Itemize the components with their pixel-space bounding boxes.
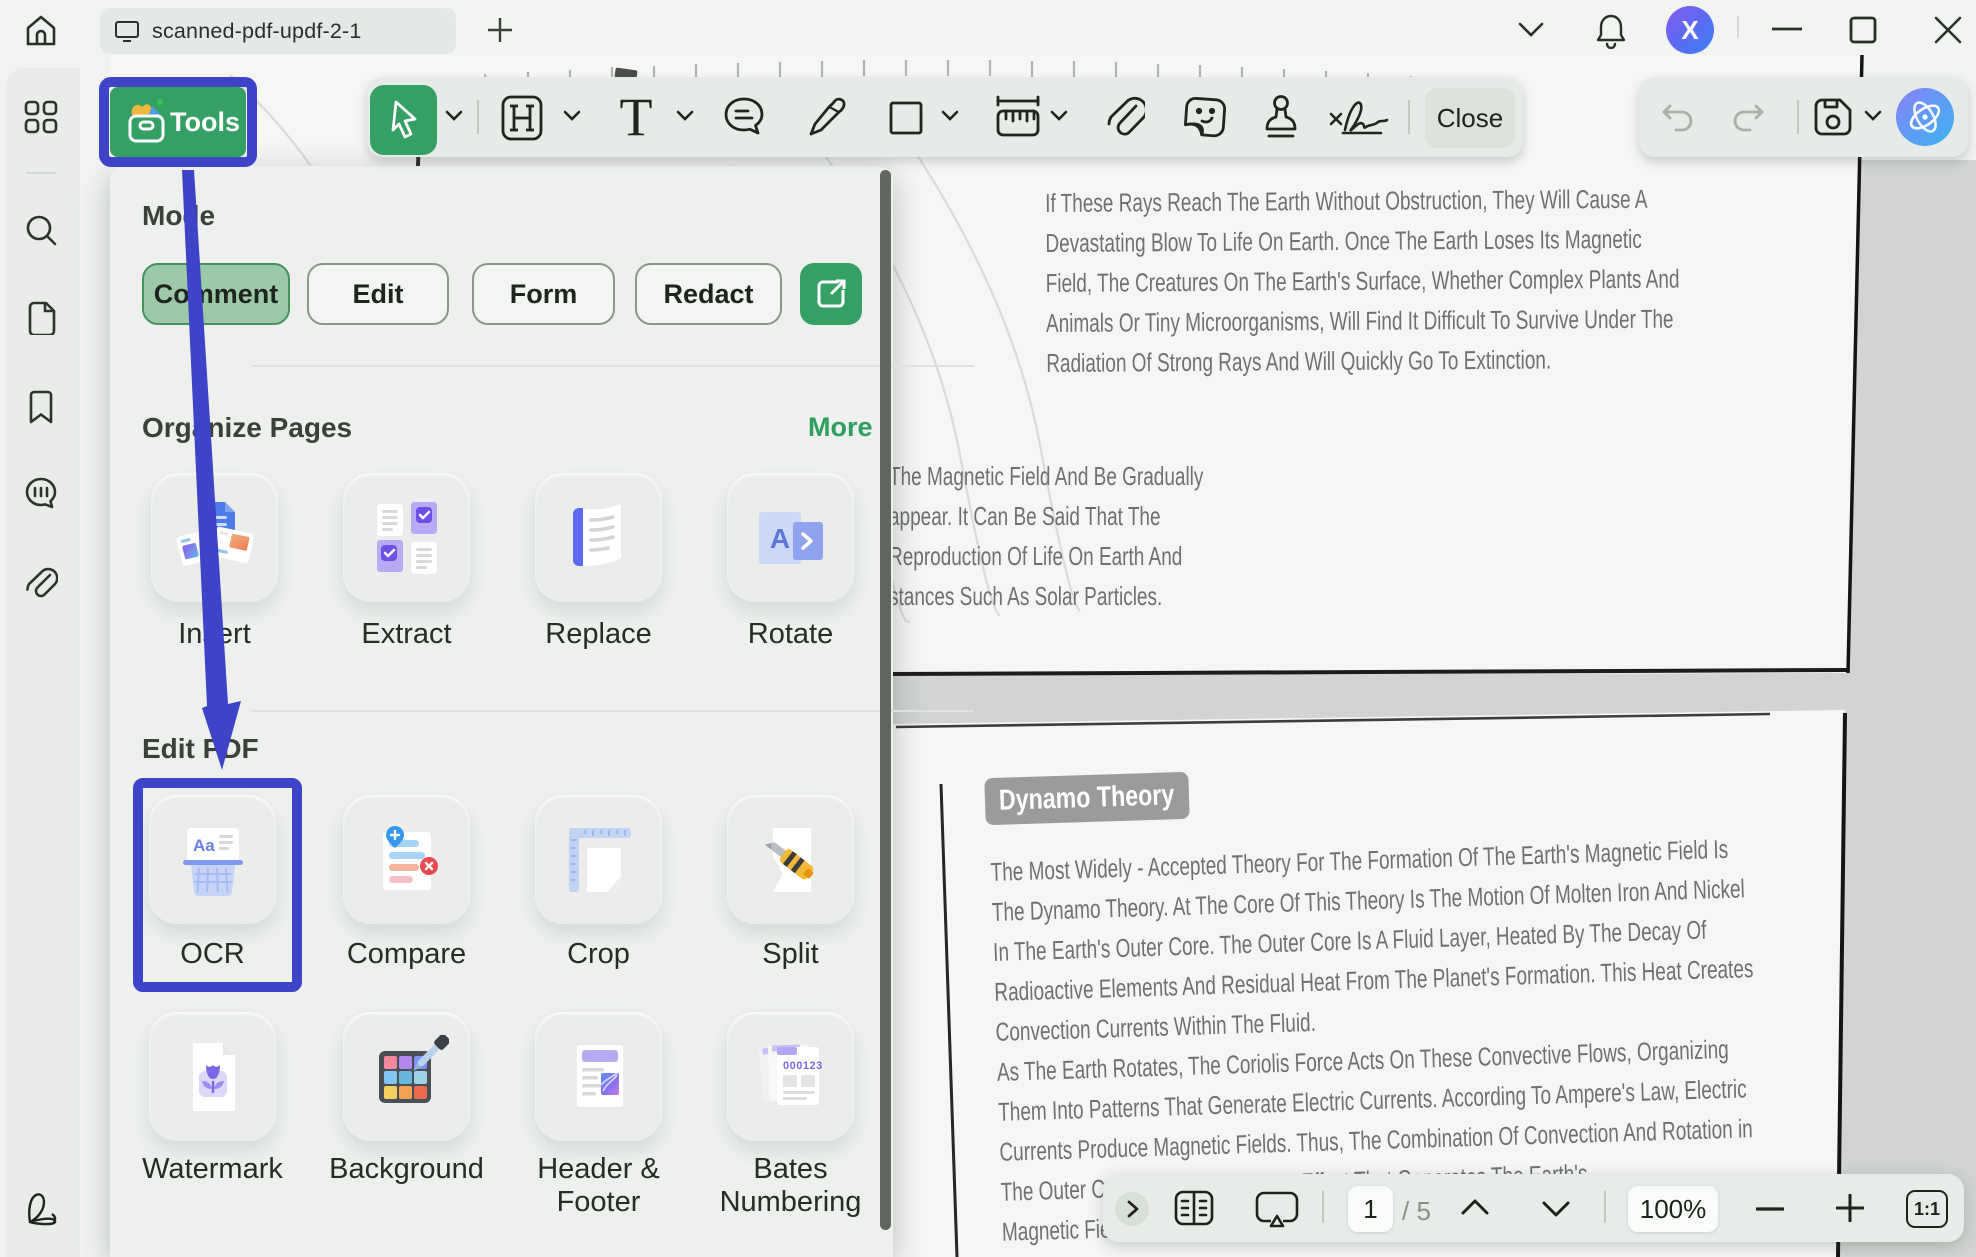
svg-text:000123: 000123 xyxy=(783,1060,823,1072)
svg-text:A: A xyxy=(769,523,789,554)
